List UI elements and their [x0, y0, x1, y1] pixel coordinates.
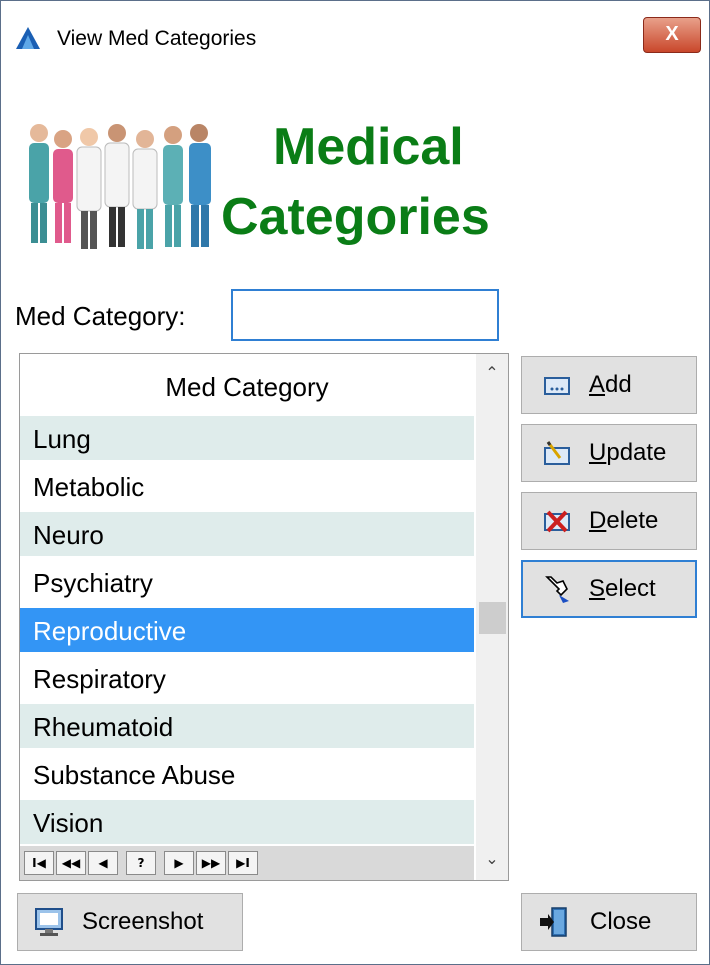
page-title-line2: Categories: [221, 188, 490, 246]
window-title: View Med Categories: [57, 27, 257, 50]
close-label: Close: [590, 908, 652, 935]
record-info-button[interactable]: ?: [126, 851, 156, 875]
table-row[interactable]: Neuro: [20, 512, 474, 556]
edit-record-icon: [544, 441, 570, 465]
previous-record-button[interactable]: ◀: [88, 851, 118, 875]
dialog-window: View Med Categories X Medical Categories…: [0, 0, 710, 965]
table-row[interactable]: Rheumatoid: [20, 704, 474, 748]
hand-pointer-icon: [545, 576, 569, 603]
table-row[interactable]: Substance Abuse: [20, 752, 474, 796]
update-label-rest: pdate: [606, 439, 667, 466]
record-navigator: I◀ ◀◀ ◀ ? ▶ ▶▶ ▶I: [20, 846, 474, 880]
column-header[interactable]: Med Category: [20, 354, 474, 416]
med-category-label: Med Category:: [15, 301, 186, 331]
screenshot-label: Screenshot: [82, 908, 204, 935]
vertical-scrollbar[interactable]: ⌃ ⌄: [476, 354, 508, 880]
update-button[interactable]: Update: [521, 424, 697, 482]
app-icon: [16, 27, 40, 49]
next-record-button[interactable]: ▶: [164, 851, 194, 875]
exit-door-icon: [540, 907, 567, 937]
previous-page-button[interactable]: ◀◀: [56, 851, 86, 875]
table-row[interactable]: Metabolic: [20, 464, 474, 508]
add-record-icon: [544, 377, 570, 395]
first-record-button[interactable]: I◀: [24, 851, 54, 875]
title-bar: View Med Categories X: [1, 1, 709, 75]
update-mnemonic: U: [589, 439, 607, 466]
scrollbar-thumb[interactable]: [479, 602, 506, 634]
table-row-selected[interactable]: Reproductive: [20, 608, 474, 652]
scroll-up-arrow-icon[interactable]: ⌃: [476, 354, 508, 394]
last-record-button[interactable]: ▶I: [228, 851, 258, 875]
category-grid: Med Category Lung Metabolic Neuro Psychi…: [19, 353, 509, 881]
select-button[interactable]: Select: [521, 560, 697, 618]
select-mnemonic: S: [589, 575, 606, 602]
page-title-line1: Medical: [273, 118, 464, 176]
delete-button[interactable]: Delete: [521, 492, 697, 550]
window-close-button[interactable]: X: [643, 17, 701, 53]
scroll-down-arrow-icon[interactable]: ⌄: [476, 840, 508, 880]
monitor-icon: [35, 908, 63, 936]
select-label-rest: elect: [605, 575, 656, 602]
med-category-input[interactable]: [231, 289, 499, 341]
table-row[interactable]: Vision: [20, 800, 474, 844]
close-button[interactable]: Close: [521, 893, 697, 951]
delete-label-rest: elete: [606, 507, 659, 534]
delete-record-icon: [544, 510, 570, 533]
add-label-rest: dd: [605, 371, 632, 398]
table-row[interactable]: Psychiatry: [20, 560, 474, 604]
add-mnemonic: A: [589, 371, 606, 398]
delete-mnemonic: D: [589, 507, 607, 534]
add-button[interactable]: Add: [521, 356, 697, 414]
next-page-button[interactable]: ▶▶: [196, 851, 226, 875]
doctors-banner-image: [29, 124, 211, 249]
table-row[interactable]: Respiratory: [20, 656, 474, 700]
table-row[interactable]: Lung: [20, 416, 474, 460]
screenshot-button[interactable]: Screenshot: [17, 893, 243, 951]
